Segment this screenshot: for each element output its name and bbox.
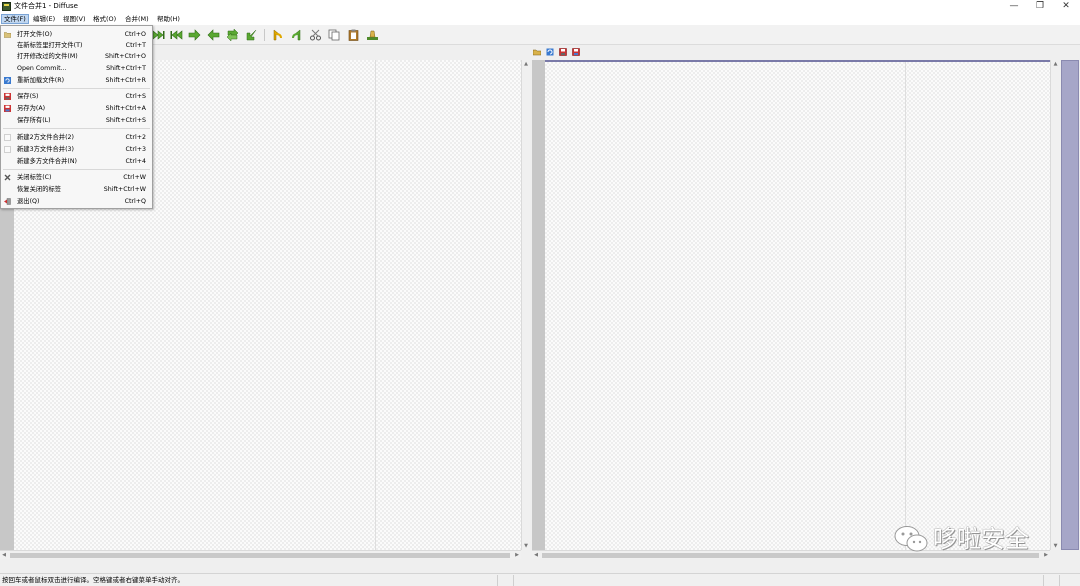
menu-help[interactable]: 帮助(H) <box>155 14 182 24</box>
menu-bar: 文件(F) 编辑(E) 视图(V) 格式(O) 合并(M) 帮助(H) <box>0 13 1080 25</box>
menu-item-quit[interactable]: 退出(Q) Ctrl+Q <box>1 196 152 207</box>
title-bar: 文件合并1 - Diffuse — ❐ ✕ <box>0 0 1080 13</box>
toolbar-separator <box>264 29 265 41</box>
menu-separator <box>3 128 150 129</box>
menu-item-new-2-way-merge[interactable]: 新建2方文件合并(2) Ctrl+2 <box>1 132 152 143</box>
menu-item-open-commit[interactable]: Open Commit... Shift+Ctrl+T <box>1 63 152 74</box>
open-file-icon[interactable] <box>533 48 541 56</box>
status-cell <box>497 575 513 586</box>
reload-icon <box>4 77 11 84</box>
quit-icon <box>4 198 11 205</box>
restore-button[interactable]: ❐ <box>1027 0 1053 13</box>
new-file-icon <box>4 134 11 141</box>
scroll-up-arrow-icon[interactable]: ▲ <box>1051 60 1060 68</box>
previous-change-icon[interactable] <box>207 29 220 41</box>
menu-merge[interactable]: 合并(M) <box>123 14 151 24</box>
menu-item-close-tab[interactable]: 关闭标签(C) Ctrl+W <box>1 172 152 183</box>
right-pane-text-view[interactable] <box>545 60 1050 550</box>
menu-item-open-in-new-tab[interactable]: 在新标签里打开文件(T) Ctrl+T <box>1 40 152 51</box>
diff-overview-map[interactable] <box>1061 60 1079 550</box>
menu-item-open-modified-files[interactable]: 打开修改过的文件(M) Shift+Ctrl+O <box>1 51 152 62</box>
status-cell <box>513 575 1043 586</box>
next-change-icon[interactable] <box>188 29 201 41</box>
window-title: 文件合并1 - Diffuse <box>14 2 78 10</box>
menu-item-save[interactable]: 保存(S) Ctrl+S <box>1 91 152 102</box>
reload-file-icon[interactable] <box>546 48 554 56</box>
new-file-icon <box>4 146 11 153</box>
menu-format[interactable]: 格式(O) <box>91 14 118 24</box>
toolbar <box>0 25 1080 45</box>
file-menu-dropdown: 打开文件(O) Ctrl+O 在新标签里打开文件(T) Ctrl+T 打开修改过… <box>0 25 153 209</box>
menu-separator <box>3 88 150 89</box>
left-pane-horizontal-scrollbar[interactable]: ◀ ▶ <box>0 550 521 559</box>
redo-icon[interactable] <box>290 29 303 41</box>
right-pane-vertical-scrollbar[interactable]: ▲ ▼ <box>1050 60 1060 550</box>
clear-edits-icon[interactable] <box>366 29 379 41</box>
cut-icon[interactable] <box>309 29 322 41</box>
right-pane-header <box>533 47 593 58</box>
diffuse-app-icon <box>2 2 11 11</box>
menu-file[interactable]: 文件(F) <box>1 14 29 24</box>
scroll-right-arrow-icon[interactable]: ▶ <box>513 551 521 559</box>
watermark: 哆啦安全 <box>893 520 1053 560</box>
menu-item-undo-close-tab[interactable]: 恢复关闭的标签 Shift+Ctrl+W <box>1 184 152 195</box>
status-cell <box>1059 575 1080 586</box>
first-change-icon[interactable] <box>170 29 183 41</box>
menu-item-save-all[interactable]: 保存所有(L) Shift+Ctrl+S <box>1 115 152 126</box>
menu-edit[interactable]: 编辑(E) <box>31 14 57 24</box>
merge-from-left-icon[interactable] <box>226 29 239 41</box>
save-file-icon[interactable] <box>559 48 567 56</box>
menu-item-reload-file[interactable]: 重新加载文件(R) Shift+Ctrl+R <box>1 75 152 86</box>
status-bar: 按回车或者鼠标双击进行编译。空格键或者右键菜单手动对齐。 <box>0 573 1080 586</box>
watermark-text: 哆啦安全 <box>933 525 1029 553</box>
scroll-down-arrow-icon[interactable]: ▼ <box>522 542 530 550</box>
close-button[interactable]: ✕ <box>1053 0 1079 13</box>
right-pane: ▲ ▼ ◀ ▶ <box>532 60 1080 560</box>
merge-from-right-icon[interactable] <box>245 29 258 41</box>
menu-item-open-file[interactable]: 打开文件(O) Ctrl+O <box>1 29 152 40</box>
close-tab-icon <box>4 174 11 181</box>
menu-item-save-as[interactable]: 另存为(A) Shift+Ctrl+A <box>1 103 152 114</box>
scroll-up-arrow-icon[interactable]: ▲ <box>522 60 530 68</box>
status-message: 按回车或者鼠标双击进行编译。空格键或者右键菜单手动对齐。 <box>2 576 184 584</box>
minimize-button[interactable]: — <box>1001 0 1027 13</box>
save-as-icon <box>4 105 11 112</box>
scroll-left-arrow-icon[interactable]: ◀ <box>0 551 8 559</box>
status-cell <box>1043 575 1059 586</box>
wechat-logo-icon <box>894 526 928 552</box>
left-pane-scroll-thumb[interactable] <box>10 553 510 558</box>
menu-separator <box>3 169 150 170</box>
right-pane-line-gutter <box>532 60 545 550</box>
save-icon <box>4 93 11 100</box>
menu-view[interactable]: 视图(V) <box>61 14 88 24</box>
folder-open-icon <box>4 32 11 38</box>
copy-icon[interactable] <box>328 29 341 41</box>
left-pane-vertical-scrollbar[interactable]: ▲ ▼ <box>521 60 530 550</box>
menu-item-new-n-way-merge[interactable]: 新建多方文件合并(N) Ctrl+4 <box>1 156 152 167</box>
undo-icon[interactable] <box>271 29 284 41</box>
scroll-left-arrow-icon[interactable]: ◀ <box>532 551 540 559</box>
menu-item-new-3-way-merge[interactable]: 新建3方文件合并(3) Ctrl+3 <box>1 144 152 155</box>
last-change-icon[interactable] <box>152 29 165 41</box>
paste-icon[interactable] <box>347 29 360 41</box>
save-file-as-icon[interactable] <box>572 48 580 56</box>
